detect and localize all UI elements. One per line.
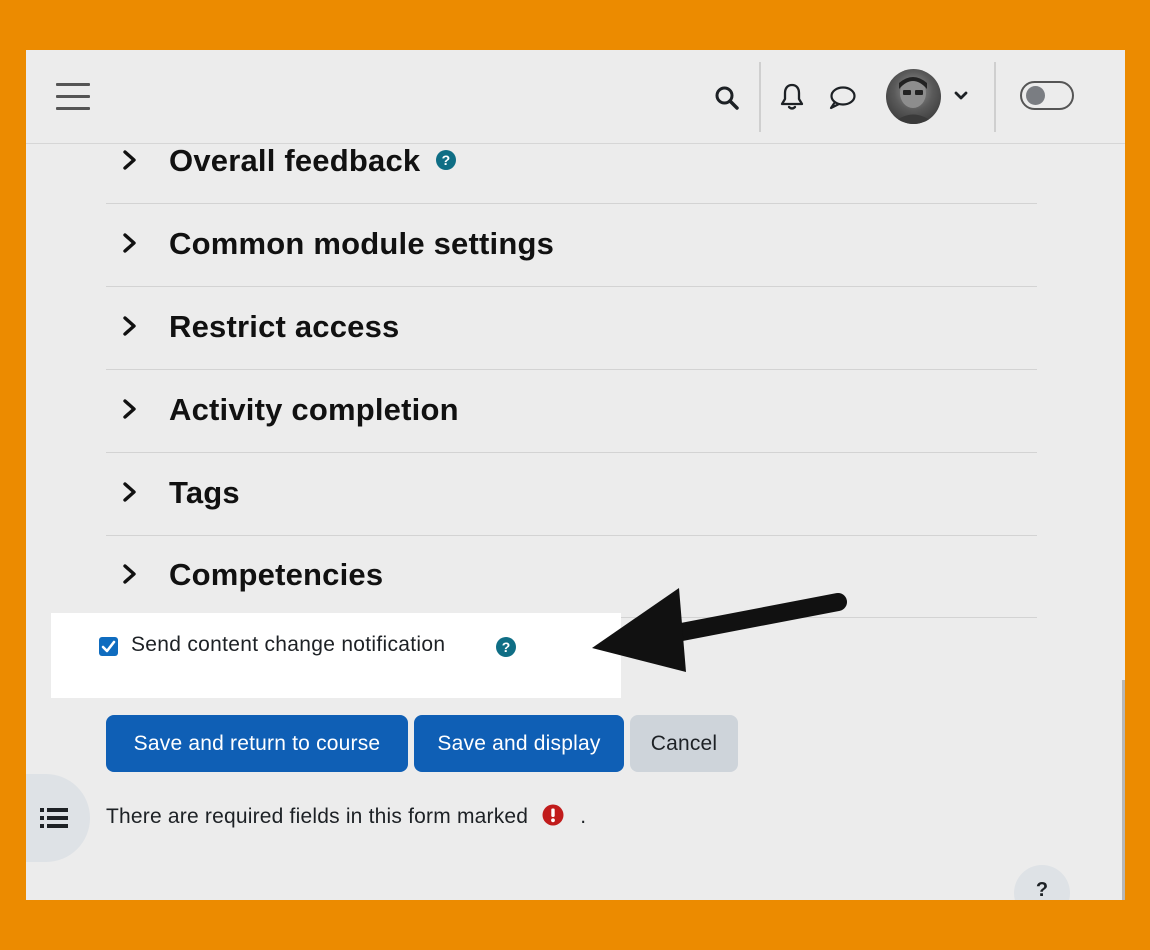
required-note-text: There are required fields in this form m… [106,805,529,828]
section-restrict-access[interactable]: Restrict access [106,286,1037,370]
save-and-display-button[interactable]: Save and display [414,715,624,772]
section-title: Activity completion [169,392,459,427]
hamburger-menu-icon[interactable] [56,83,90,110]
section-title: Common module settings [169,226,555,261]
help-icon[interactable]: ? [495,636,517,658]
notification-label: Send content change notification [131,633,446,656]
chevron-right-icon [123,482,136,502]
chevron-right-icon [123,233,136,253]
toggle-knob [1026,86,1045,105]
save-and-return-button[interactable]: Save and return to course [106,715,408,772]
chevron-right-icon [123,316,136,336]
section-activity-completion[interactable]: Activity completion [106,369,1037,453]
bell-icon[interactable] [779,82,805,112]
chevron-right-icon [123,399,136,419]
avatar-image-icon [892,77,935,124]
required-icon [542,804,564,826]
help-floating-button[interactable]: ? [1014,865,1070,900]
chat-bubble-icon[interactable] [827,85,857,111]
section-common-module-settings[interactable]: Common module settings [106,203,1037,287]
section-title: Competencies [169,557,384,592]
section-title: Overall feedback ? [169,143,457,179]
avatar[interactable] [886,69,941,124]
dark-mode-toggle[interactable] [1020,81,1074,110]
section-title-text: Overall feedback [169,143,421,178]
scrollbar[interactable] [1122,680,1125,900]
section-tags[interactable]: Tags [106,452,1037,536]
chevron-down-icon[interactable] [954,91,968,101]
required-fields-note: There are required fields in this form m… [106,804,586,829]
section-title: Restrict access [169,309,400,344]
section-title: Tags [169,475,240,510]
cancel-button[interactable]: Cancel [630,715,738,772]
chevron-right-icon [123,564,136,584]
search-icon[interactable] [714,85,740,111]
course-index-drawer-toggle[interactable] [26,774,90,862]
svg-text:?: ? [502,639,511,655]
chevron-right-icon [123,150,136,170]
checkmark-icon [101,640,116,653]
help-icon[interactable]: ? [435,149,457,171]
page-frame: Overall feedback ? Common module setting… [26,50,1125,900]
annotation-arrow-icon [592,588,847,672]
list-icon [40,808,68,828]
help-floating-label: ? [1035,879,1049,900]
section-overall-feedback[interactable]: Overall feedback ? [106,120,1037,204]
section-competencies[interactable]: Competencies [106,534,1037,618]
required-note-suffix: . [580,805,587,828]
notification-checkbox[interactable] [99,637,118,656]
svg-text:?: ? [442,152,451,168]
